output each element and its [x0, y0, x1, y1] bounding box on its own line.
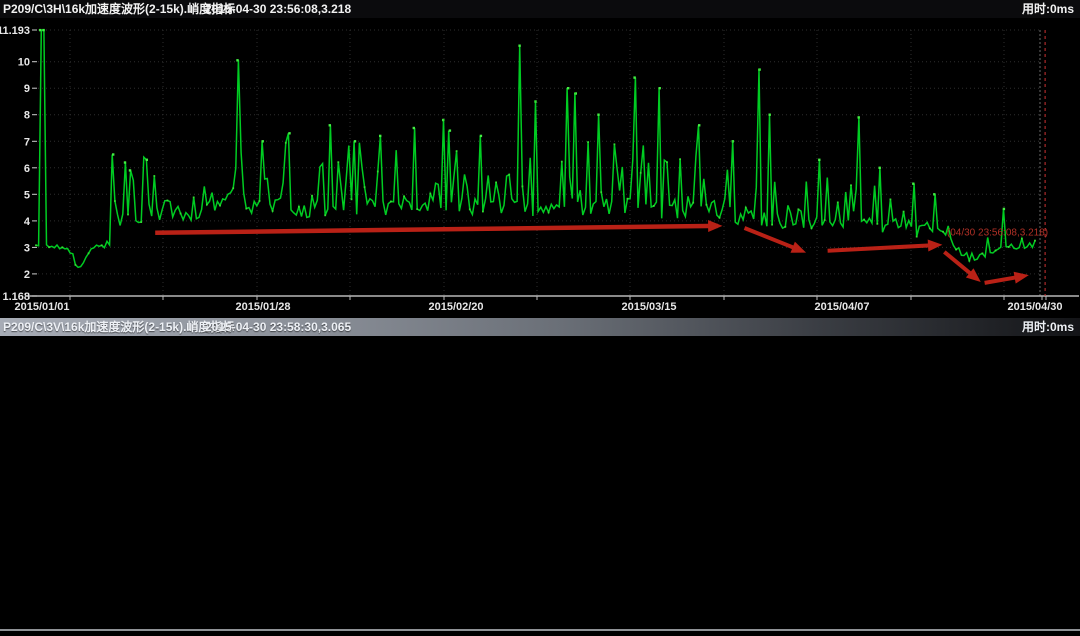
chart-title-3h: P209/C\3H\16k加速度波形(2-15k).峭度指标	[3, 0, 235, 18]
y-tick-label: 4	[24, 216, 31, 228]
elapsed-time-3v: 用时:0ms	[1022, 318, 1074, 336]
x-axis-labels: 2015/01/01 2015/01/28 2015/02/20 2015/03/15…	[14, 301, 1062, 313]
trend-monitor-window: P209/C\3H\16k加速度波形(2-15k).峭度指标 2015-04-3…	[0, 0, 1080, 636]
cursor-readout-note: (04/30 23:56:08,3.218)	[947, 228, 1048, 239]
trend-annotation-arrow	[828, 245, 938, 251]
y-tick-label: 3	[24, 242, 30, 254]
y-tick-label: 6	[24, 163, 30, 175]
y-tick-label: 5	[24, 189, 30, 201]
y-tick-label: 11.193	[0, 25, 30, 37]
chart-current-reading-3h: 2015-04-30 23:56:08,3.218	[205, 0, 351, 18]
x-axis	[28, 296, 1079, 300]
x-tick-label: 2015/04/07	[814, 301, 869, 313]
x-tick-label: 2015/03/15	[621, 301, 676, 313]
x-tick-label: 2015/01/28	[235, 301, 290, 313]
y-tick-label: 8	[24, 110, 30, 122]
y-tick-label: 2	[24, 269, 30, 281]
trend-annotation-arrow	[155, 226, 718, 233]
panel-3h: P209/C\3H\16k加速度波形(2-15k).峭度指标 2015-04-3…	[0, 0, 1080, 18]
trend-annotation-arrows	[155, 226, 1024, 283]
chart-titlebar-3h[interactable]: P209/C\3H\16k加速度波形(2-15k).峭度指标 2015-04-3…	[0, 0, 1080, 18]
chart-current-reading-3v: 2015-04-30 23:58:30,3.065	[205, 318, 351, 336]
chart-titlebar-3v[interactable]: P209/C\3V\16k加速度波形(2-15k).峭度指标 2015-04-3…	[0, 318, 1080, 336]
trend-annotation-arrow	[985, 276, 1025, 283]
y-tick-label: 10	[18, 57, 30, 69]
panel-3v: P209/C\3V\16k加速度波形(2-15k).峭度指标 2015-04-3…	[0, 318, 1080, 336]
chart-title-3v: P209/C\3V\16k加速度波形(2-15k).峭度指标	[3, 318, 234, 336]
x-tick-label: 2015/04/30	[1007, 301, 1062, 313]
y-axis-labels: 11.19323456789101.168	[0, 25, 37, 303]
x-tick-label: 2015/01/01	[14, 301, 69, 313]
trend-annotation-arrow	[745, 228, 802, 251]
y-tick-label: 7	[24, 136, 30, 148]
elapsed-time-3h: 用时:0ms	[1022, 0, 1074, 18]
window-bottom-border	[0, 629, 1080, 636]
x-tick-label: 2015/02/20	[428, 301, 483, 313]
y-tick-label: 9	[24, 83, 30, 95]
trend-chart-3h[interactable]: 11.19323456789101.1682015/01/012015/01/2…	[0, 18, 1080, 318]
